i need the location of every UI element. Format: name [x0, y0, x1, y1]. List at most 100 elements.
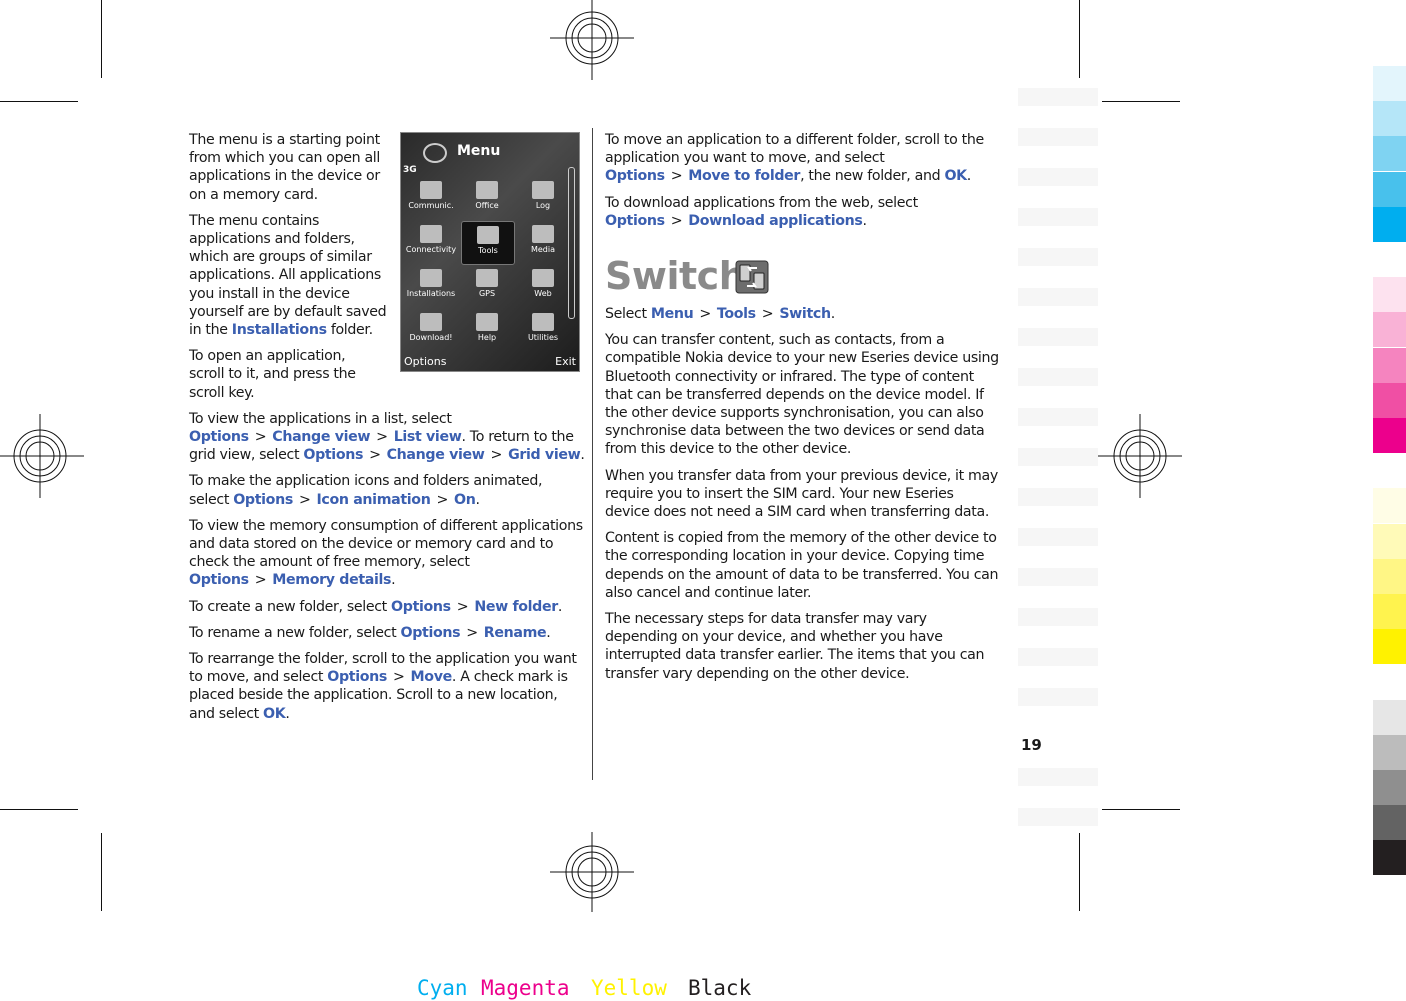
cmyk-label-black: Black: [688, 976, 752, 1000]
switch-phones-icon: [735, 260, 769, 294]
cmyk-label-cyan: Cyan: [417, 976, 468, 1000]
on-link[interactable]: On: [454, 492, 476, 508]
color-swatch: [1373, 66, 1406, 101]
app-log: Log: [517, 177, 569, 219]
phone-menu-screenshot: Menu 3G Communic. Office Log Connectivit…: [400, 132, 580, 372]
switch-paragraph-3: Content is copied from the memory of the…: [605, 530, 999, 601]
options-link[interactable]: Options: [189, 572, 249, 588]
registration-mark-bottom: [550, 832, 634, 912]
download-icon: [420, 313, 442, 331]
color-swatch: [1373, 453, 1406, 489]
color-swatch: [1373, 101, 1406, 137]
color-swatch: [1373, 664, 1406, 700]
color-swatch: [1373, 382, 1406, 418]
app-connectivity: Connectivity: [405, 221, 457, 263]
connectivity-icon: [420, 225, 442, 243]
options-link[interactable]: Options: [605, 168, 665, 184]
color-swatch: [1373, 136, 1406, 172]
color-swatch: [1373, 770, 1406, 805]
crop-mark: [1102, 809, 1180, 810]
download-applications-link[interactable]: Download applications: [688, 213, 863, 229]
options-link[interactable]: Options: [327, 669, 387, 685]
crop-mark: [1079, 0, 1080, 78]
color-swatch: [1373, 206, 1406, 242]
color-swatch: [1373, 418, 1406, 453]
options-link[interactable]: Options: [605, 213, 665, 229]
phone-scrollbar: [568, 167, 575, 319]
move-paragraph: To move an application to a different fo…: [605, 132, 984, 185]
installations-icon: [420, 269, 442, 287]
icon-animation-link[interactable]: Icon animation: [316, 492, 430, 508]
options-link[interactable]: Options: [391, 599, 451, 615]
color-swatch: [1373, 347, 1406, 383]
installations-link[interactable]: Installations: [232, 322, 327, 338]
app-media: Media: [517, 221, 569, 263]
app-help: Help: [461, 309, 513, 351]
move-to-folder-link[interactable]: Move to folder: [688, 168, 800, 184]
rename-link[interactable]: Rename: [484, 625, 547, 641]
color-swatch: [1373, 699, 1406, 735]
color-swatch: [1373, 312, 1406, 348]
office-icon: [476, 181, 498, 199]
ok-link[interactable]: OK: [944, 168, 967, 184]
new-folder-link[interactable]: New folder: [474, 599, 558, 615]
switch-link[interactable]: Switch: [779, 306, 831, 322]
options-link[interactable]: Options: [189, 429, 249, 445]
ok-link[interactable]: OK: [263, 706, 286, 722]
crop-mark: [101, 833, 102, 911]
cmyk-label-magenta: Magenta: [481, 976, 570, 1000]
color-swatch: [1373, 488, 1406, 524]
color-swatch: [1373, 523, 1406, 559]
section-heading-switch: Switch: [605, 254, 746, 298]
options-link[interactable]: Options: [233, 492, 293, 508]
crop-mark: [1079, 833, 1080, 911]
memory-paragraph: To view the memory consumption of differ…: [189, 517, 583, 589]
grid-view-link[interactable]: Grid view: [508, 447, 581, 463]
color-swatch: [1373, 242, 1406, 277]
open-app-paragraph: To open an application, scroll to it, an…: [189, 348, 356, 401]
crop-mark: [0, 809, 78, 810]
log-icon: [532, 181, 554, 199]
menu-link[interactable]: Menu: [651, 306, 694, 322]
select-path-paragraph: Select Menu > Tools > Switch.: [605, 306, 835, 322]
help-icon: [476, 313, 498, 331]
crop-mark: [101, 0, 102, 78]
utilities-icon: [532, 313, 554, 331]
registration-mark-top: [550, 0, 634, 80]
media-icon: [532, 225, 554, 243]
registration-mark-right: [1098, 414, 1182, 498]
app-utilities: Utilities: [517, 309, 569, 351]
gps-icon: [476, 269, 498, 287]
folder-icon: [420, 181, 442, 199]
rename-paragraph: To rename a new folder, select Options > R…: [189, 624, 551, 641]
cmyk-label-yellow: Yellow: [591, 976, 667, 1000]
app-communic: Communic.: [405, 177, 457, 219]
list-view-paragraph: To view the applications in a list, sele…: [189, 410, 585, 464]
page-number: 19: [1021, 736, 1042, 754]
crop-mark: [1102, 101, 1180, 102]
app-download: Download!: [405, 309, 457, 351]
app-office: Office: [461, 177, 513, 219]
registration-mark-left: [0, 414, 84, 498]
phone-screen-title: Menu: [457, 143, 501, 159]
options-link[interactable]: Options: [401, 625, 461, 641]
switch-paragraph-1: You can transfer content, such as contac…: [605, 332, 999, 458]
tools-link[interactable]: Tools: [717, 306, 756, 322]
change-view-link[interactable]: Change view: [272, 429, 370, 445]
memory-details-link[interactable]: Memory details: [272, 572, 391, 588]
options-link[interactable]: Options: [303, 447, 363, 463]
right-column-top: To move an application to a different fo…: [605, 131, 1000, 238]
tools-icon: [477, 226, 499, 244]
move-link[interactable]: Move: [411, 669, 453, 685]
color-swatch: [1373, 840, 1406, 876]
app-tools: Tools: [461, 221, 515, 265]
change-view-link[interactable]: Change view: [387, 447, 485, 463]
download-paragraph: To download applications from the web, s…: [605, 194, 918, 229]
color-swatch: [1373, 277, 1406, 313]
intro-paragraph-1: The menu is a starting point from which …: [189, 132, 380, 203]
list-view-link[interactable]: List view: [394, 429, 462, 445]
color-swatch: [1373, 734, 1406, 770]
crop-mark: [0, 101, 78, 102]
right-column-bottom: Select Menu > Tools > Switch. You can transf…: [605, 305, 1000, 691]
animate-paragraph: To make the application icons and folder…: [189, 473, 543, 508]
